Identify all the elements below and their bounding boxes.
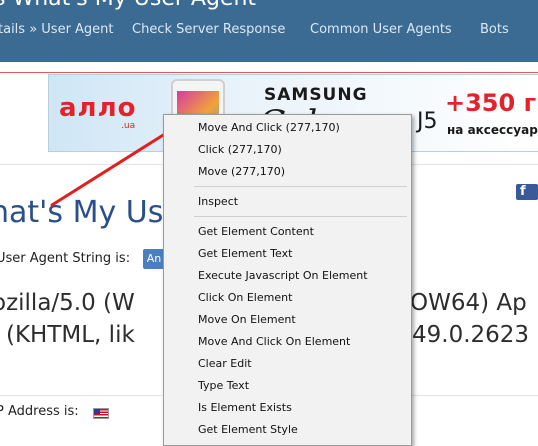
menu-item-is-element-exists[interactable]: Is Element Exists — [198, 397, 292, 419]
ad-store-logo: алло — [59, 93, 137, 123]
ad-brand: SAMSUNG — [264, 85, 368, 105]
menu-item-move-and-click[interactable]: Move And Click (277,170) — [198, 117, 340, 139]
menu-item-move[interactable]: Move (277,170) — [198, 161, 285, 183]
site-header: s What's My User Agent tails » User Agen… — [0, 0, 538, 62]
menu-item-clear-edit[interactable]: Clear Edit — [198, 353, 252, 375]
facebook-share-icon[interactable]: f — [516, 184, 538, 200]
divider — [0, 72, 538, 73]
menu-item-get-element-style[interactable]: Get Element Style — [198, 419, 298, 441]
menu-item-type-text[interactable]: Type Text — [198, 375, 249, 397]
ad-promo: +350 грн — [445, 89, 538, 117]
menu-item-click[interactable]: Click (277,170) — [198, 139, 282, 161]
menu-separator — [194, 216, 407, 217]
user-agent-string-line2: (KHTML, lik — [6, 322, 135, 348]
ad-promo-sub: на аксессуары — [447, 123, 538, 137]
user-agent-string-line1-end: OW64) Ap — [410, 290, 527, 316]
menu-item-move-on-element[interactable]: Move On Element — [198, 309, 296, 331]
user-agent-string-line1: ozilla/5.0 (W — [0, 290, 135, 316]
menu-item-execute-javascript[interactable]: Execute Javascript On Element — [198, 265, 368, 287]
menu-separator — [194, 186, 407, 187]
menu-item-click-on-element[interactable]: Click On Element — [198, 287, 292, 309]
menu-item-get-element-text[interactable]: Get Element Text — [198, 243, 292, 265]
menu-item-get-element-content[interactable]: Get Element Content — [198, 221, 314, 243]
us-flag-icon — [93, 408, 109, 419]
nav-item-check-server-response[interactable]: Check Server Response — [132, 22, 285, 37]
ad-store-domain: .ua — [121, 121, 136, 131]
user-agent-button[interactable]: An — [143, 249, 165, 269]
ad-model-suffix: J5 — [417, 109, 438, 134]
menu-item-inspect[interactable]: Inspect — [198, 191, 238, 213]
ip-address-label: P Address is: — [0, 404, 79, 419]
site-title[interactable]: s What's My User Agent — [0, 0, 256, 11]
context-menu: Move And Click (277,170) Click (277,170)… — [163, 114, 412, 446]
user-agent-string-line2-end: 49.0.2623 — [412, 322, 530, 348]
menu-item-move-and-click-on-element[interactable]: Move And Click On Element — [198, 331, 350, 353]
nav-item-bots[interactable]: Bots — [480, 22, 509, 37]
nav-item-details[interactable]: tails » User Agent — [0, 22, 114, 37]
user-agent-label: User Agent String is: — [0, 251, 131, 266]
nav-item-common-user-agents[interactable]: Common User Agents — [310, 22, 452, 37]
